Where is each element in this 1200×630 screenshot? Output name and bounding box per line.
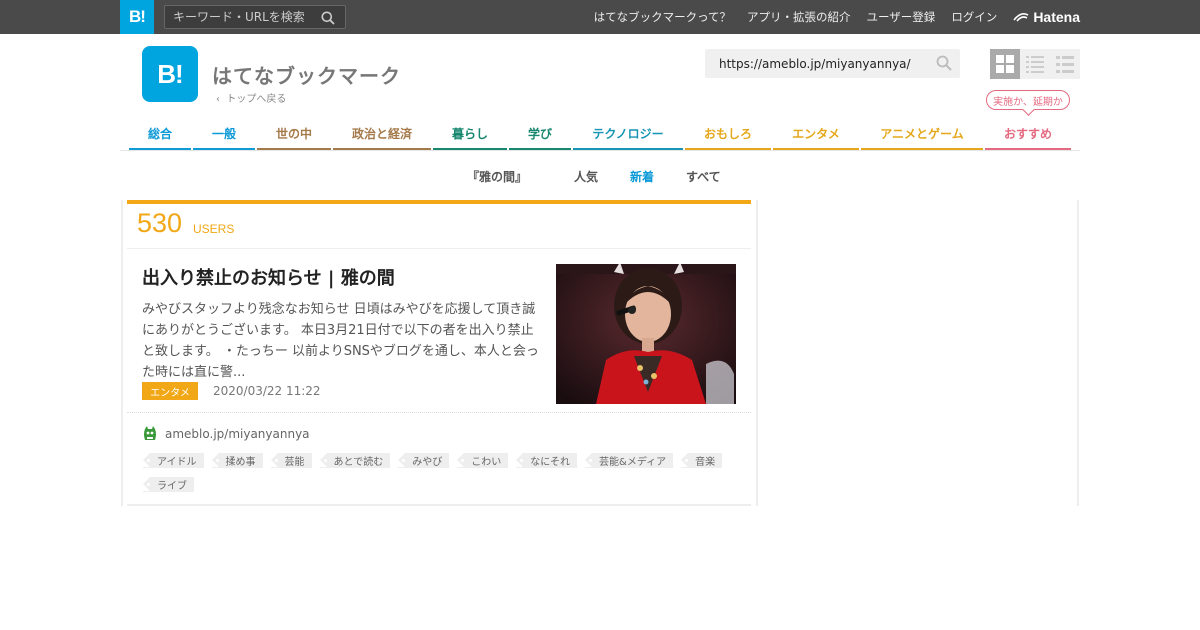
back-to-top-label: トップへ戻る [226, 94, 287, 105]
tag[interactable]: 芸能 [270, 453, 312, 468]
users-bar [127, 200, 751, 204]
nav-divider [120, 150, 1080, 151]
category-tab[interactable]: 政治と経済 [333, 118, 431, 150]
hatena-link[interactable]: Hatena [1013, 9, 1080, 25]
global-links: はてなブックマークって？ アプリ・拡張の紹介 ユーザー登録 ログイン Haten… [594, 0, 1080, 34]
site-favicon-icon [144, 426, 156, 440]
search-icon[interactable] [936, 55, 952, 71]
tag[interactable]: なにそれ [516, 453, 578, 468]
entry-description: みやびスタッフより残念なお知らせ 日頃はみやびを応援して頂き誠にありがとうござい… [142, 302, 539, 380]
back-to-top-link[interactable]: ‹ トップへ戻る [216, 90, 286, 105]
category-tab[interactable]: エンタメ [773, 118, 859, 150]
hatena-label: Hatena [1033, 9, 1080, 25]
category-tab[interactable]: 一般 [193, 118, 255, 150]
site-name-label: 『雅の間』 [467, 170, 528, 184]
tag[interactable]: みやび [398, 453, 450, 468]
side-column-border [1077, 200, 1079, 506]
tag[interactable]: こわい [457, 453, 509, 468]
tag[interactable]: 芸能&メディア [585, 453, 674, 468]
entry-thumbnail[interactable] [556, 264, 736, 404]
grid-view-button[interactable] [990, 49, 1020, 79]
entry-category-badge[interactable]: エンタメ [142, 382, 198, 400]
compact-list-icon [1026, 56, 1044, 73]
entry-domain[interactable]: ameblo.jp/miyanyannya [143, 426, 310, 442]
tab-new[interactable]: 新着 [630, 168, 654, 185]
divider [127, 412, 751, 413]
tag[interactable]: 音楽 [681, 453, 723, 468]
tag[interactable]: あとで読む [319, 453, 391, 468]
compact-list-view-button[interactable] [1020, 49, 1050, 79]
tag[interactable]: アイドル [143, 453, 204, 468]
grid-icon [996, 55, 1014, 73]
category-nav: 総合 一般 世の中 政治と経済 暮らし 学び テクノロジー おもしろ エンタメ … [129, 118, 1073, 150]
view-switcher [990, 49, 1080, 79]
list-icon [1056, 56, 1074, 73]
url-search-input[interactable] [719, 55, 919, 72]
site-subnav: 『雅の間』 人気 新着 すべて [0, 168, 1200, 186]
category-tab[interactable]: おすすめ [985, 118, 1071, 150]
users-count[interactable]: 530 [137, 208, 182, 239]
recommend-balloon[interactable]: 実施か、延期か [986, 90, 1070, 110]
about-link[interactable]: はてなブックマークって？ [594, 9, 731, 25]
entry-title[interactable]: 出入り禁止のお知らせ | 雅の間 [142, 264, 395, 290]
category-tab[interactable]: テクノロジー [573, 118, 683, 150]
category-tab[interactable]: おもしろ [685, 118, 771, 150]
users-label[interactable]: USERS [193, 222, 234, 236]
divider [127, 248, 751, 249]
signup-link[interactable]: ユーザー登録 [867, 9, 936, 25]
tab-all[interactable]: すべて [686, 168, 721, 185]
hatena-icon [1013, 13, 1029, 22]
url-search [705, 49, 960, 78]
entry-tags: アイドル 揉め事 芸能 あとで読む みやび こわい なにそれ 芸能&メディア 音… [143, 453, 733, 492]
entry-date: 2020/03/22 11:22 [213, 384, 321, 398]
category-tab[interactable]: アニメとゲーム [861, 118, 983, 150]
list-view-button[interactable] [1050, 49, 1080, 79]
category-tab[interactable]: 総合 [129, 118, 191, 150]
chevron-left-icon: ‹ [216, 94, 227, 105]
tab-popular[interactable]: 人気 [574, 168, 598, 185]
brand-logo[interactable]: B! [142, 46, 198, 102]
tag[interactable]: ライブ [143, 477, 194, 492]
apps-link[interactable]: アプリ・拡張の紹介 [747, 9, 851, 25]
card-bottom-border [127, 504, 751, 506]
global-search-input[interactable] [173, 9, 318, 25]
hatena-bookmark-logo[interactable]: B! [120, 0, 154, 34]
entry-domain-label: ameblo.jp/miyanyannya [165, 427, 310, 441]
search-icon[interactable] [321, 11, 335, 25]
category-tab[interactable]: 世の中 [257, 118, 331, 150]
brand-name[interactable]: はてなブックマーク [212, 60, 401, 89]
category-tab[interactable]: 学び [509, 118, 571, 150]
performer-photo [556, 264, 736, 404]
tag[interactable]: 揉め事 [211, 453, 263, 468]
category-tab[interactable]: 暮らし [433, 118, 507, 150]
global-search [164, 5, 346, 29]
login-link[interactable]: ログイン [951, 9, 997, 25]
global-header: B! はてなブックマークって？ アプリ・拡張の紹介 ユーザー登録 ログイン Ha… [0, 0, 1200, 34]
